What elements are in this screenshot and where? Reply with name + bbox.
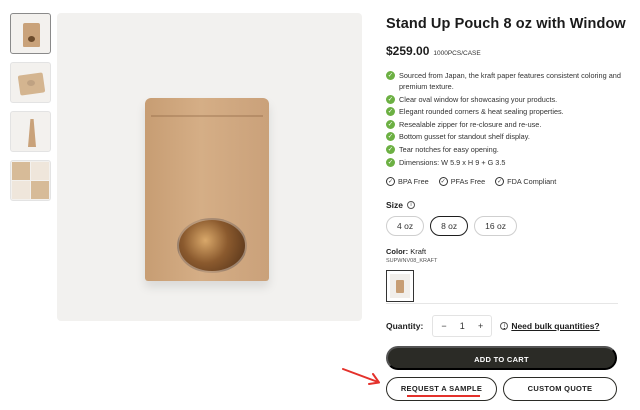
color-label: Color: Kraft: [386, 247, 636, 256]
grid-pouch-image: [12, 162, 49, 199]
badge-check-icon: ✓: [386, 176, 395, 186]
pouch-zipper: [151, 115, 263, 117]
custom-quote-button[interactable]: CUSTOM QUOTE: [503, 377, 617, 401]
kraft-pouch: [145, 98, 269, 281]
section-divider: [386, 303, 618, 304]
feature-item: ✓ Tear notches for easy opening.: [386, 144, 636, 155]
sku-code: SUPWNV08_KRAFT: [386, 257, 438, 264]
pouch-thumbnail-image: [23, 23, 40, 47]
bulk-quantities-link[interactable]: i Need bulk quantities?: [500, 321, 600, 331]
thumbnail-flat[interactable]: [10, 62, 51, 103]
quantity-value[interactable]: 1: [460, 321, 465, 331]
feature-item: ✓ Elegant rounded corners & heat sealing …: [386, 106, 636, 117]
pouch-window: [177, 218, 247, 273]
quantity-stepper: − 1 +: [432, 315, 493, 337]
feature-text: Dimensions: W 5.9 x H 9 + G 3.5: [399, 157, 506, 167]
check-icon: ✓: [386, 119, 395, 129]
check-icon: ✓: [386, 132, 395, 142]
compliance-badges: ✓ BPA Free ✓ PFAs Free ✓ FDA Compliant: [386, 176, 636, 186]
feature-text: Resealable zipper for re-closure and re-…: [399, 119, 542, 129]
feature-text: Elegant rounded corners & heat sealing p…: [399, 107, 564, 117]
badge-check-icon: ✓: [438, 176, 448, 186]
decrease-button[interactable]: −: [441, 321, 446, 331]
annotation-arrow-icon: [342, 368, 380, 385]
badge-check-icon: ✓: [495, 176, 505, 186]
thumbnail-side[interactable]: [10, 111, 51, 152]
feature-text: Clear oval window for showcasing your pr…: [399, 94, 558, 104]
badge-bpa-free: ✓ BPA Free: [386, 176, 429, 186]
pouch-window-thumbnail: [28, 36, 35, 42]
feature-list: ✓ Sourced from Japan, the kraft paper fea…: [386, 70, 636, 168]
feature-item: ✓ Resealable zipper for re-closure and re…: [386, 119, 636, 130]
price-unit: 1000PCS/CASE: [433, 50, 481, 57]
swatch-image: [390, 273, 410, 298]
request-sample-button[interactable]: REQUEST A SAMPLE: [386, 377, 497, 401]
size-info-icon[interactable]: i: [407, 200, 416, 209]
bulk-link-text: Need bulk quantities?: [511, 321, 600, 331]
badge-label: PFAs Free: [450, 176, 486, 186]
color-value: Kraft: [410, 246, 427, 256]
flat-pouch-window: [27, 80, 35, 86]
check-icon: ✓: [386, 144, 395, 154]
thumbnail-list: [10, 13, 52, 209]
feature-item: ✓ Bottom gusset for standout shelf displa…: [386, 131, 636, 142]
quantity-row: Quantity: − 1 + i Need bulk quantities?: [386, 315, 600, 337]
size-option-8oz[interactable]: 8 oz: [430, 215, 469, 236]
check-icon: ✓: [386, 157, 395, 167]
check-icon: ✓: [386, 107, 395, 117]
size-option-4oz[interactable]: 4 oz: [386, 215, 425, 236]
badge-label: BPA Free: [398, 176, 429, 186]
color-swatch-kraft[interactable]: [386, 269, 414, 302]
color-label-key: Color:: [386, 246, 409, 256]
feature-item: ✓ Dimensions: W 5.9 x H 9 + G 3.5: [386, 157, 636, 168]
badge-pfas-free: ✓ PFAs Free: [438, 176, 486, 186]
badge-label: FDA Compliant: [507, 176, 557, 186]
product-price: $259.00: [386, 44, 430, 58]
price-row: $259.00 1000PCS/CASE: [386, 44, 636, 58]
product-title: Stand Up Pouch 8 oz with Window: [386, 16, 626, 32]
add-to-cart-button[interactable]: ADD TO CART: [386, 346, 617, 370]
size-label-text: Size: [386, 199, 404, 210]
feature-text: Bottom gusset for standout shelf display…: [399, 132, 530, 142]
side-pouch-image: [28, 119, 36, 147]
annotation-underline: [407, 395, 480, 397]
thumbnail-grid[interactable]: [10, 160, 51, 201]
main-product-image[interactable]: [57, 13, 362, 321]
feature-text: Tear notches for easy opening.: [399, 144, 499, 154]
size-option-16oz[interactable]: 16 oz: [474, 215, 517, 236]
check-icon: ✓: [386, 71, 395, 80]
feature-item: ✓ Clear oval window for showcasing your p…: [386, 94, 636, 105]
size-options: 4 oz 8 oz 16 oz: [386, 215, 636, 236]
feature-text: Sourced from Japan, the kraft paper feat…: [399, 71, 621, 91]
increase-button[interactable]: +: [478, 321, 483, 331]
feature-item: ✓ Sourced from Japan, the kraft paper fea…: [386, 70, 636, 92]
quantity-label: Quantity:: [386, 321, 424, 331]
product-info: Stand Up Pouch 8 oz with Window $259.00 …: [386, 16, 636, 302]
check-icon: ✓: [386, 94, 395, 104]
badge-fda-compliant: ✓ FDA Compliant: [495, 176, 557, 186]
info-icon: i: [500, 322, 509, 330]
size-label: Size i: [386, 200, 636, 210]
thumbnail-front[interactable]: [10, 13, 51, 54]
